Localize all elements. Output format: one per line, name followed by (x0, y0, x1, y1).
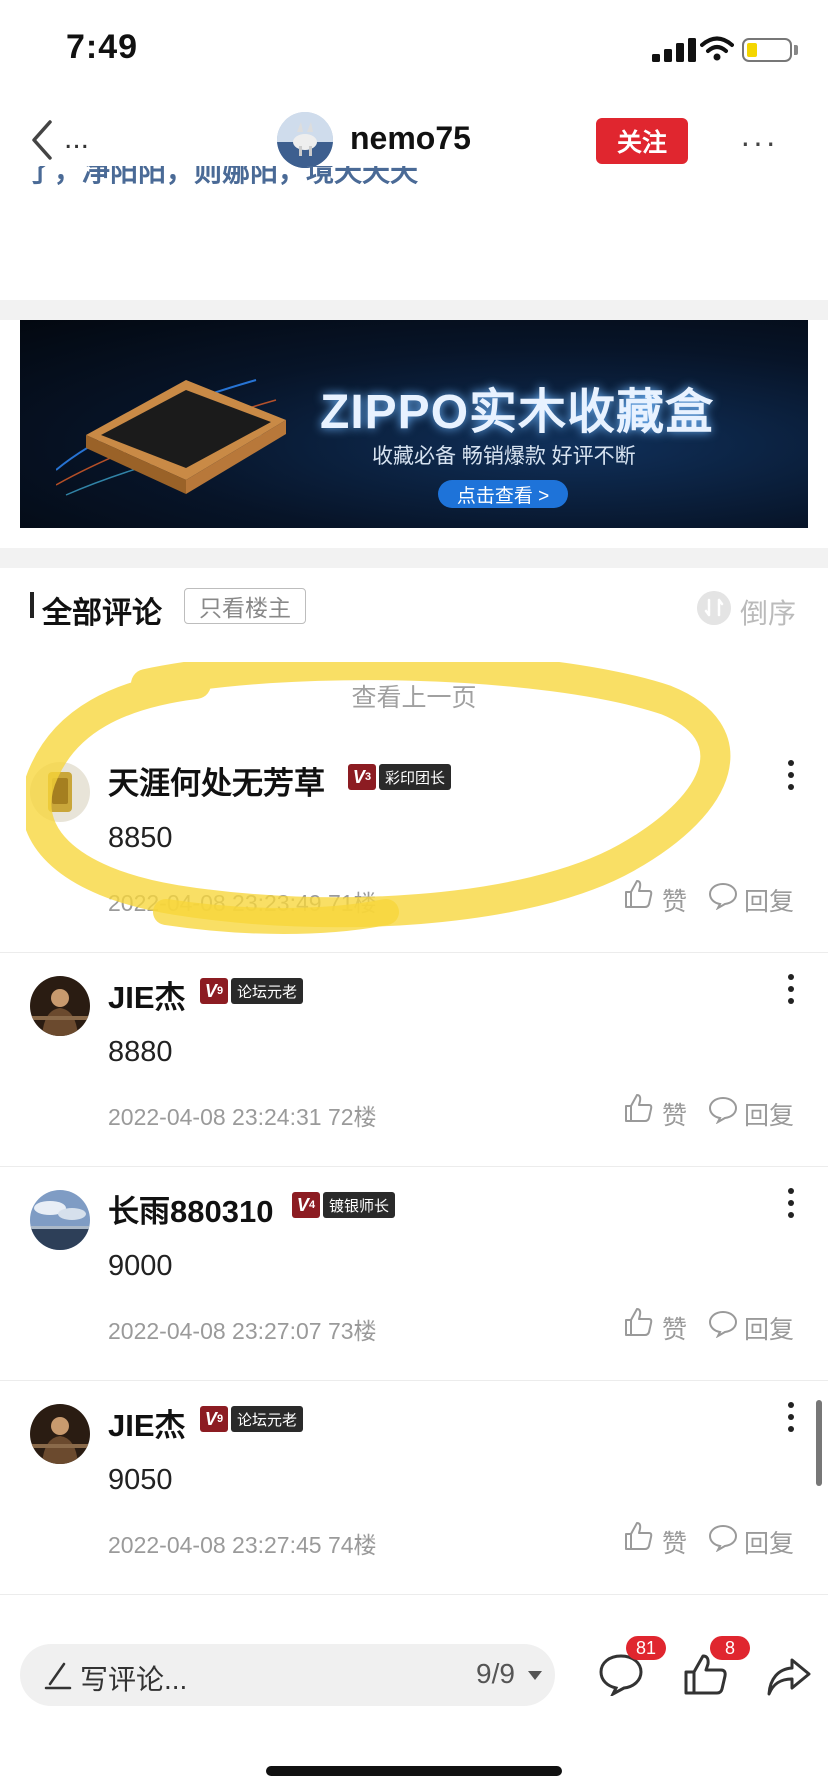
author-name[interactable]: nemo75 (350, 120, 471, 157)
like-label[interactable]: 赞 (662, 1096, 687, 1132)
more-options-icon[interactable]: ··· (740, 124, 778, 161)
ad-banner[interactable]: ZIPPO实木收藏盒 收藏必备 畅销爆款 好评不断 点击查看 > (20, 320, 808, 528)
banner-title: ZIPPO实木收藏盒 (320, 386, 715, 439)
like-label[interactable]: 赞 (662, 1310, 687, 1346)
battery-icon (742, 38, 792, 62)
comment-more-icon[interactable] (786, 1400, 796, 1434)
section-marker (30, 592, 34, 618)
comment-text: 9000 (108, 1250, 173, 1282)
level-badge: V4 (292, 1192, 320, 1218)
rank-badge: 彩印团长 (379, 764, 452, 790)
commenter-avatar[interactable] (30, 976, 90, 1036)
level-badge: V9 (200, 978, 228, 1004)
level-badge: V3 (348, 764, 376, 790)
user-badges: V9 论坛元老 (200, 978, 304, 1004)
comments-title: 全部评论 (42, 597, 162, 630)
comment-count-badge: 81 (626, 1636, 666, 1660)
like-label[interactable]: 赞 (662, 882, 687, 918)
comment-text: 8850 (108, 822, 173, 854)
thumbs-up-icon[interactable] (622, 878, 654, 910)
sort-label[interactable]: 倒序 (740, 592, 796, 632)
follow-button[interactable]: 关注 (596, 118, 688, 164)
comment-more-icon[interactable] (786, 972, 796, 1006)
like-label[interactable]: 赞 (662, 1524, 687, 1560)
reply-bubble-icon[interactable] (708, 1522, 738, 1552)
commenter-name[interactable]: JIE杰 (108, 972, 186, 1017)
comment-item: 天涯何处无芳草 V3 彩印团长 8850 2022-04-08 23:23:49… (0, 738, 828, 953)
wooden-box-image (56, 379, 286, 496)
comment-meta: 2022-04-08 23:23:49 71楼 (108, 890, 377, 916)
write-comment-placeholder[interactable]: 写评论... (80, 1658, 187, 1698)
reply-label[interactable]: 回复 (744, 1524, 794, 1560)
back-label[interactable]: ... (64, 122, 89, 156)
comment-meta: 2022-04-08 23:24:31 72楼 (108, 1104, 377, 1130)
commenter-name[interactable]: 长雨880310 (108, 1186, 273, 1231)
commenter-avatar[interactable] (30, 762, 90, 822)
caret-down-icon[interactable] (528, 1671, 542, 1680)
reply-label[interactable]: 回复 (744, 1310, 794, 1346)
section-divider (0, 548, 828, 568)
thumbs-up-icon[interactable] (622, 1092, 654, 1124)
level-badge: V9 (200, 1406, 228, 1432)
thumbs-up-icon[interactable] (622, 1520, 654, 1552)
commenter-avatar[interactable] (30, 1190, 90, 1250)
user-badges: V9 论坛元老 (200, 1406, 304, 1432)
comment-item: JIE杰 V9 论坛元老 9050 2022-04-08 23:27:45 74… (0, 1380, 828, 1595)
author-avatar[interactable] (277, 112, 333, 168)
rank-badge: 镀银师长 (323, 1192, 396, 1218)
comment-meta: 2022-04-08 23:27:45 74楼 (108, 1532, 377, 1558)
comment-text: 9050 (108, 1464, 173, 1496)
banner-subtitle: 收藏必备 畅销爆款 好评不断 (372, 445, 636, 468)
page-indicator[interactable]: 9/9 (476, 1658, 515, 1690)
reply-bubble-icon[interactable] (708, 1308, 738, 1338)
reply-bubble-icon[interactable] (708, 1094, 738, 1124)
cellular-signal-icon (652, 38, 696, 62)
comment-meta: 2022-04-08 23:27:07 73楼 (108, 1318, 377, 1344)
user-badges: V4 镀银师长 (292, 1192, 396, 1218)
user-badges: V3 彩印团长 (348, 764, 452, 790)
pencil-icon (44, 1662, 72, 1690)
reply-label[interactable]: 回复 (744, 1096, 794, 1132)
section-divider (0, 300, 828, 320)
reply-bubble-icon[interactable] (708, 880, 738, 910)
commenter-name[interactable]: JIE杰 (108, 1400, 186, 1445)
commenter-avatar[interactable] (30, 1404, 90, 1464)
comment-item: JIE杰 V9 论坛元老 8880 2022-04-08 23:24:31 72… (0, 952, 828, 1167)
home-indicator[interactable] (266, 1766, 562, 1776)
wifi-icon (700, 36, 734, 61)
comment-text: 8880 (108, 1036, 173, 1068)
reply-label[interactable]: 回复 (744, 882, 794, 918)
commenter-name[interactable]: 天涯何处无芳草 (108, 758, 325, 803)
only-op-button[interactable]: 只看楼主 (184, 588, 306, 624)
comment-item: 长雨880310 V4 镀银师长 9000 2022-04-08 23:27:0… (0, 1166, 828, 1381)
view-previous-page-link[interactable]: 查看上一页 (0, 678, 828, 714)
rank-badge: 论坛元老 (231, 978, 304, 1004)
battery-tip (794, 45, 798, 55)
like-count-badge: 8 (710, 1636, 750, 1660)
thumbs-up-icon[interactable] (622, 1306, 654, 1338)
scrollbar[interactable] (816, 1400, 822, 1486)
share-icon[interactable] (766, 1654, 812, 1698)
sort-icon[interactable] (697, 591, 731, 625)
post-snippet: 了，净阳阳，则娜阳，境天天天 (26, 166, 419, 187)
banner-cta-button[interactable]: 点击查看 > (438, 480, 568, 508)
comment-more-icon[interactable] (786, 758, 796, 792)
rank-badge: 论坛元老 (231, 1406, 304, 1432)
status-time: 7:49 (66, 28, 139, 66)
comment-more-icon[interactable] (786, 1186, 796, 1220)
